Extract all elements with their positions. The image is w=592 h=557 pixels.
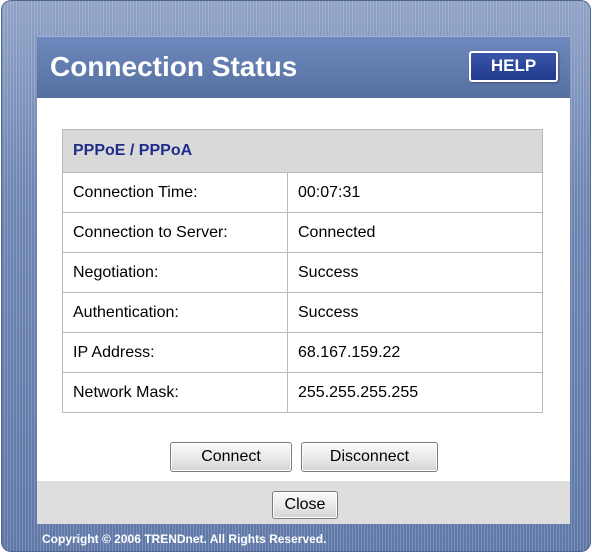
- table-heading-row: PPPoE / PPPoA: [62, 129, 543, 173]
- table-row: Network Mask: 255.255.255.255: [62, 372, 543, 413]
- network-mask-label: Network Mask:: [62, 372, 288, 413]
- ip-address-value: 68.167.159.22: [287, 332, 543, 373]
- table-row: Negotiation: Success: [62, 252, 543, 293]
- connection-to-server-label: Connection to Server:: [62, 212, 288, 253]
- connection-status-table: PPPoE / PPPoA Connection Time: 00:07:31 …: [62, 129, 543, 413]
- header-bar: Connection Status HELP: [37, 36, 570, 98]
- table-row: Connection Time: 00:07:31: [62, 172, 543, 213]
- table-row: Connection to Server: Connected: [62, 212, 543, 253]
- connection-to-server-value: Connected: [287, 212, 543, 253]
- connection-time-value: 00:07:31: [287, 172, 543, 213]
- negotiation-value: Success: [287, 252, 543, 293]
- connection-time-label: Connection Time:: [62, 172, 288, 213]
- table-row: Authentication: Success: [62, 292, 543, 333]
- connect-button[interactable]: Connect: [170, 442, 292, 472]
- table-row: IP Address: 68.167.159.22: [62, 332, 543, 373]
- copyright-text: Copyright © 2006 TRENDnet. All Rights Re…: [42, 532, 327, 546]
- help-button[interactable]: HELP: [469, 51, 558, 82]
- table-heading: PPPoE / PPPoA: [62, 129, 543, 173]
- ip-address-label: IP Address:: [62, 332, 288, 373]
- authentication-value: Success: [287, 292, 543, 333]
- page-title: Connection Status: [50, 51, 298, 82]
- network-mask-value: 255.255.255.255: [287, 372, 543, 413]
- authentication-label: Authentication:: [62, 292, 288, 333]
- close-button[interactable]: Close: [272, 491, 338, 519]
- negotiation-label: Negotiation:: [62, 252, 288, 293]
- disconnect-button[interactable]: Disconnect: [301, 442, 438, 472]
